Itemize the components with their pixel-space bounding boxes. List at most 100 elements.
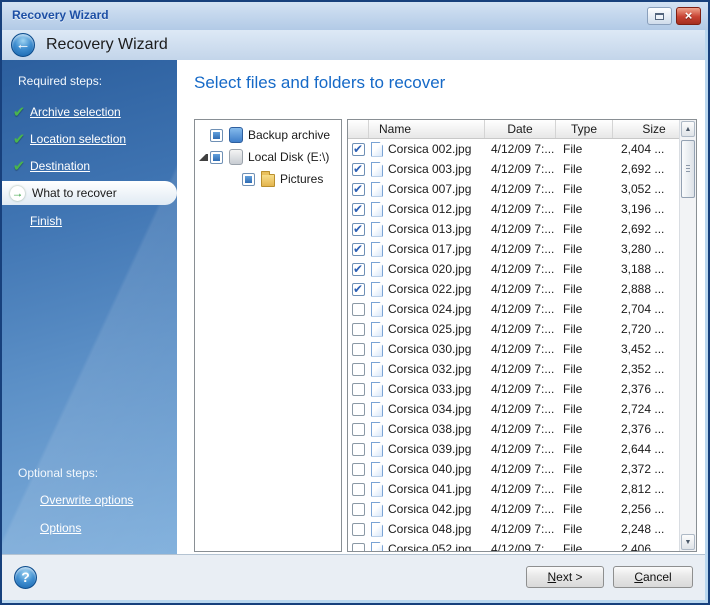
column-header-checkbox[interactable] bbox=[348, 120, 369, 138]
file-icon bbox=[371, 422, 383, 437]
help-button[interactable]: ? bbox=[14, 566, 37, 589]
file-checkbox[interactable] bbox=[352, 443, 365, 456]
column-header-type[interactable]: Type bbox=[556, 120, 613, 138]
file-checkbox[interactable] bbox=[352, 483, 365, 496]
file-date: 4/12/09 7:... bbox=[485, 382, 556, 396]
file-checkbox[interactable] bbox=[352, 423, 365, 436]
cancel-button[interactable]: Cancel bbox=[613, 566, 693, 588]
file-row[interactable]: Corsica 020.jpg 4/12/09 7:... File 3,188… bbox=[348, 259, 679, 279]
file-name: Corsica 032.jpg bbox=[388, 362, 485, 376]
tree-node-label: Pictures bbox=[280, 172, 323, 186]
file-checkbox[interactable] bbox=[352, 223, 365, 236]
scroll-up-icon[interactable]: ▲ bbox=[681, 121, 695, 137]
file-checkbox[interactable] bbox=[352, 143, 365, 156]
next-button[interactable]: Next > bbox=[526, 566, 604, 588]
file-date: 4/12/09 7:... bbox=[485, 162, 556, 176]
column-header-name[interactable]: Name bbox=[369, 120, 485, 138]
file-icon bbox=[371, 522, 383, 537]
optional-step-link[interactable]: Options bbox=[2, 514, 177, 542]
sidebar-step-item[interactable]: Finish bbox=[2, 207, 177, 234]
file-row[interactable]: Corsica 040.jpg 4/12/09 7:... File 2,372… bbox=[348, 459, 679, 479]
file-checkbox[interactable] bbox=[352, 203, 365, 216]
file-row[interactable]: Corsica 042.jpg 4/12/09 7:... File 2,256… bbox=[348, 499, 679, 519]
file-type: File bbox=[556, 362, 613, 376]
file-date: 4/12/09 7:... bbox=[485, 202, 556, 216]
file-row[interactable]: Corsica 039.jpg 4/12/09 7:... File 2,644… bbox=[348, 439, 679, 459]
restore-window-button[interactable] bbox=[647, 7, 672, 25]
file-icon bbox=[371, 142, 383, 157]
optional-step-link[interactable]: Overwrite options bbox=[2, 486, 177, 514]
recovery-wizard-window: Recovery Wizard × ← Recovery Wizard Requ… bbox=[0, 0, 710, 605]
sidebar-step-item[interactable]: Location selection bbox=[2, 125, 177, 152]
optional-steps-list: Overwrite options Options bbox=[2, 486, 177, 542]
file-row[interactable]: Corsica 024.jpg 4/12/09 7:... File 2,704… bbox=[348, 299, 679, 319]
file-icon bbox=[371, 242, 383, 257]
file-checkbox[interactable] bbox=[352, 343, 365, 356]
tree-row[interactable]: Backup archive bbox=[195, 124, 341, 146]
file-row[interactable]: Corsica 032.jpg 4/12/09 7:... File 2,352… bbox=[348, 359, 679, 379]
step-label: Location selection bbox=[30, 132, 126, 146]
file-row[interactable]: Corsica 013.jpg 4/12/09 7:... File 2,692… bbox=[348, 219, 679, 239]
file-icon bbox=[371, 402, 383, 417]
file-type: File bbox=[556, 402, 613, 416]
file-name: Corsica 048.jpg bbox=[388, 522, 485, 536]
sidebar-step-item[interactable]: Archive selection bbox=[2, 98, 177, 125]
file-checkbox[interactable] bbox=[352, 303, 365, 316]
sidebar-step-item[interactable]: What to recover bbox=[2, 181, 177, 205]
file-row[interactable]: Corsica 003.jpg 4/12/09 7:... File 2,692… bbox=[348, 159, 679, 179]
step-label: Destination bbox=[30, 159, 90, 173]
scrollbar-thumb[interactable] bbox=[681, 140, 695, 198]
content-area: Required steps: Archive selection Locati… bbox=[2, 60, 708, 554]
file-row[interactable]: Corsica 017.jpg 4/12/09 7:... File 3,280… bbox=[348, 239, 679, 259]
vertical-scrollbar[interactable]: ▲ ▼ bbox=[679, 120, 696, 551]
file-checkbox[interactable] bbox=[352, 283, 365, 296]
back-button[interactable]: ← bbox=[11, 33, 35, 57]
file-size: 2,720 ... bbox=[613, 322, 679, 336]
file-checkbox[interactable] bbox=[352, 363, 365, 376]
main-panel: Select files and folders to recover Back… bbox=[177, 60, 708, 554]
green-arrow-icon bbox=[10, 186, 25, 201]
file-checkbox[interactable] bbox=[352, 383, 365, 396]
file-name: Corsica 012.jpg bbox=[388, 202, 485, 216]
folder-icon[interactable] bbox=[242, 173, 255, 186]
file-checkbox[interactable] bbox=[352, 183, 365, 196]
titlebar[interactable]: Recovery Wizard × bbox=[2, 2, 708, 30]
file-checkbox[interactable] bbox=[352, 503, 365, 516]
tree-row[interactable]: Pictures bbox=[195, 168, 341, 190]
file-row[interactable]: Corsica 038.jpg 4/12/09 7:... File 2,376… bbox=[348, 419, 679, 439]
tree-row[interactable]: Local Disk (E:\) bbox=[195, 146, 341, 168]
file-row[interactable]: Corsica 052.jpg 4/12/09 7:... File 2,406… bbox=[348, 539, 679, 551]
file-row[interactable]: Corsica 012.jpg 4/12/09 7:... File 3,196… bbox=[348, 199, 679, 219]
file-row[interactable]: Corsica 041.jpg 4/12/09 7:... File 2,812… bbox=[348, 479, 679, 499]
file-checkbox[interactable] bbox=[352, 243, 365, 256]
file-checkbox[interactable] bbox=[352, 163, 365, 176]
file-size: 2,404 ... bbox=[613, 142, 679, 156]
required-steps-list: Archive selection Location selection Des… bbox=[2, 98, 177, 234]
file-checkbox[interactable] bbox=[352, 323, 365, 336]
file-row[interactable]: Corsica 034.jpg 4/12/09 7:... File 2,724… bbox=[348, 399, 679, 419]
restore-window-icon bbox=[655, 13, 664, 20]
file-size: 3,052 ... bbox=[613, 182, 679, 196]
file-row[interactable]: Corsica 002.jpg 4/12/09 7:... File 2,404… bbox=[348, 139, 679, 159]
file-checkbox[interactable] bbox=[352, 543, 365, 552]
sidebar-step-item[interactable]: Destination bbox=[2, 152, 177, 179]
file-row[interactable]: Corsica 007.jpg 4/12/09 7:... File 3,052… bbox=[348, 179, 679, 199]
file-row[interactable]: Corsica 022.jpg 4/12/09 7:... File 2,888… bbox=[348, 279, 679, 299]
disk-icon[interactable] bbox=[210, 151, 223, 164]
file-checkbox[interactable] bbox=[352, 463, 365, 476]
file-checkbox[interactable] bbox=[352, 403, 365, 416]
window-title: Recovery Wizard bbox=[12, 8, 109, 22]
file-row[interactable]: Corsica 033.jpg 4/12/09 7:... File 2,376… bbox=[348, 379, 679, 399]
close-button[interactable]: × bbox=[676, 7, 701, 25]
file-date: 4/12/09 7:... bbox=[485, 342, 556, 356]
backup-archive-icon[interactable] bbox=[210, 129, 223, 142]
file-row[interactable]: Corsica 030.jpg 4/12/09 7:... File 3,452… bbox=[348, 339, 679, 359]
expand-arrow-icon[interactable] bbox=[199, 154, 208, 161]
column-header-date[interactable]: Date bbox=[485, 120, 556, 138]
scroll-down-icon[interactable]: ▼ bbox=[681, 534, 695, 550]
file-checkbox[interactable] bbox=[352, 263, 365, 276]
file-row[interactable]: Corsica 048.jpg 4/12/09 7:... File 2,248… bbox=[348, 519, 679, 539]
file-row[interactable]: Corsica 025.jpg 4/12/09 7:... File 2,720… bbox=[348, 319, 679, 339]
file-checkbox[interactable] bbox=[352, 523, 365, 536]
tree-node-icon bbox=[229, 127, 243, 143]
